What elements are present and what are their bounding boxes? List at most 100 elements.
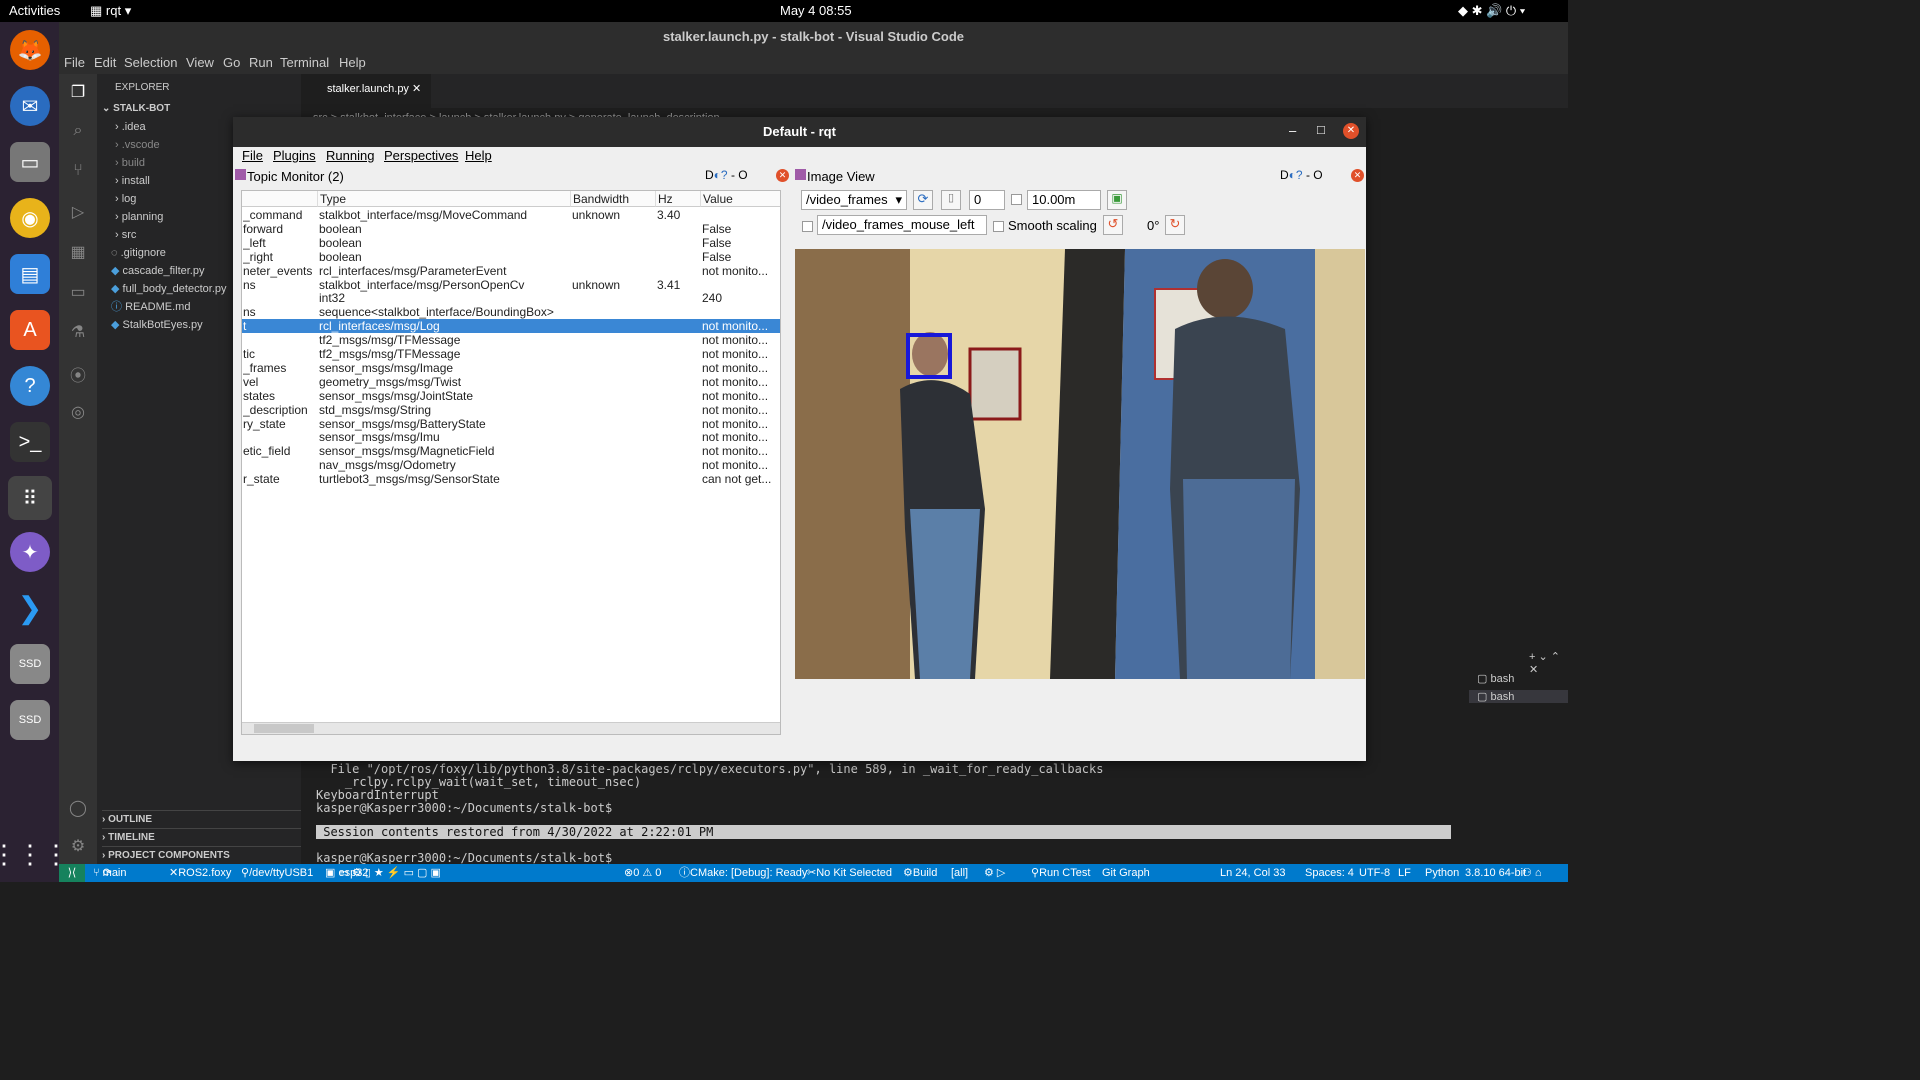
- menu-file[interactable]: File: [64, 55, 85, 70]
- project-components-section[interactable]: › PROJECT COMPONENTS: [102, 846, 302, 864]
- ros-icon[interactable]: ⦿: [67, 362, 89, 385]
- remote-indicator-icon[interactable]: ⟩⟨: [59, 864, 85, 882]
- max-checkbox[interactable]: [1011, 194, 1022, 205]
- column-header-topic[interactable]: [242, 191, 317, 207]
- project-root[interactable]: ⌄ STALK-BOT: [102, 100, 170, 118]
- table-row[interactable]: int32 240: [242, 291, 780, 305]
- table-row[interactable]: ns stalkbot_interface/msg/PersonOpenCv unk…: [242, 278, 780, 292]
- table-row[interactable]: _right boolean False: [242, 250, 780, 264]
- table-row[interactable]: etic_field sensor_msgs/msg/MagneticField n…: [242, 444, 780, 458]
- source-control-icon[interactable]: ⑂: [67, 162, 89, 184]
- settings-gear-icon[interactable]: ⚙: [67, 836, 89, 858]
- thunderbird-icon[interactable]: ✉: [10, 86, 50, 126]
- disk-icon[interactable]: SSD: [10, 644, 50, 684]
- tree-item[interactable]: ◆ cascade_filter.py: [111, 262, 204, 280]
- run-debug-icon[interactable]: ▷: [67, 202, 89, 224]
- build-button[interactable]: ⚙ Build: [903, 864, 937, 882]
- tree-item[interactable]: ◆ full_body_detector.py: [111, 280, 227, 298]
- close-icon[interactable]: ✕: [412, 83, 421, 95]
- mouse-publish-checkbox[interactable]: [802, 221, 813, 232]
- tree-item[interactable]: › .idea: [115, 118, 146, 136]
- activities-button[interactable]: Activities: [9, 3, 60, 18]
- rqt-icon[interactable]: ⠿: [8, 476, 52, 520]
- table-row[interactable]: _frames sensor_msgs/msg/Image not monito..…: [242, 361, 780, 375]
- table-row[interactable]: tic tf2_msgs/msg/TFMessage not monito...: [242, 347, 780, 361]
- account-icon[interactable]: ◯: [67, 798, 89, 820]
- video-frame-image[interactable]: [795, 249, 1365, 679]
- disk-icon-2[interactable]: SSD: [10, 700, 50, 740]
- table-row[interactable]: sensor_msgs/msg/Imu not monito...: [242, 430, 780, 444]
- python-interpreter[interactable]: 3.8.10 64-bit: [1465, 864, 1526, 882]
- indentation[interactable]: Spaces: 4: [1305, 864, 1354, 882]
- terminal-tab[interactable]: ▢ bash: [1469, 690, 1568, 703]
- testing-icon[interactable]: ⚗: [67, 322, 89, 344]
- firefox-icon[interactable]: 🦊: [10, 30, 50, 70]
- show-apps-icon[interactable]: ⋮⋮⋮: [0, 834, 69, 874]
- language-mode[interactable]: Python: [1425, 864, 1459, 882]
- app-icon[interactable]: ✦: [10, 532, 50, 572]
- tree-item[interactable]: › install: [115, 172, 150, 190]
- dock-controls[interactable]: D◐? - O: [705, 168, 748, 182]
- max-value-spinbox[interactable]: 10.00m: [1027, 190, 1101, 210]
- debug-icons[interactable]: ⚙ ▷: [984, 864, 1005, 882]
- column-header-hz[interactable]: Hz: [655, 191, 700, 207]
- rqt-menu-running[interactable]: Running: [326, 148, 374, 163]
- writer-icon[interactable]: ▤: [10, 254, 50, 294]
- timeline-section[interactable]: › TIMELINE: [102, 828, 302, 846]
- software-icon[interactable]: A: [10, 310, 50, 350]
- table-row[interactable]: _command stalkbot_interface/msg/MoveComma…: [242, 208, 780, 222]
- close-icon[interactable]: ✕: [1343, 123, 1359, 139]
- extensions-icon[interactable]: ▦: [67, 242, 89, 264]
- board-target[interactable]: ▣ esp32 ▭ ⚙ ▯ ★ ⚡ ▭ ▢ ▣: [325, 864, 441, 882]
- rqt-menu-plugins[interactable]: Plugins: [273, 148, 316, 163]
- rhythmbox-icon[interactable]: ◉: [10, 198, 50, 238]
- add-terminal-icon[interactable]: + ⌄ ⌃ ✕: [1529, 650, 1568, 676]
- table-row[interactable]: t rcl_interfaces/msg/Log not monito...: [242, 319, 780, 334]
- refresh-icon[interactable]: ⟳: [913, 190, 933, 210]
- tree-item[interactable]: › .vscode: [115, 136, 160, 154]
- search-icon[interactable]: ⌕: [67, 122, 89, 144]
- table-row[interactable]: tf2_msgs/msg/TFMessage not monito...: [242, 333, 780, 347]
- table-row[interactable]: _description std_msgs/msg/String not monit…: [242, 403, 780, 417]
- min-value-spinbox[interactable]: 0: [969, 190, 1005, 210]
- cursor-position[interactable]: Ln 24, Col 33: [1220, 864, 1285, 882]
- smooth-scaling-checkbox[interactable]: [993, 221, 1004, 232]
- table-row[interactable]: nav_msgs/msg/Odometry not monito...: [242, 458, 780, 472]
- rqt-menu-help[interactable]: Help: [465, 148, 492, 163]
- system-tray-icons[interactable]: ◆ ✱ 🔊 ⏻ ▾: [1458, 3, 1525, 19]
- remote-icon[interactable]: ▭: [67, 282, 89, 304]
- menu-run[interactable]: Run: [249, 55, 273, 70]
- column-header-type[interactable]: Type: [317, 191, 570, 207]
- menu-view[interactable]: View: [186, 55, 214, 70]
- minimize-icon[interactable]: –: [1289, 123, 1296, 138]
- clock[interactable]: May 4 08:55: [780, 3, 852, 18]
- table-row[interactable]: vel geometry_msgs/msg/Twist not monito...: [242, 375, 780, 389]
- tree-item[interactable]: ⓘ README.md: [111, 298, 190, 316]
- tree-item[interactable]: ◆ StalkBotEyes.py: [111, 316, 203, 334]
- tree-item[interactable]: › build: [115, 154, 145, 172]
- rotate-right-icon[interactable]: ↻: [1165, 215, 1185, 235]
- tree-item[interactable]: ◌ .gitignore: [111, 244, 166, 262]
- close-plugin-icon[interactable]: ✕: [776, 169, 789, 182]
- scrollbar-thumb[interactable]: [254, 724, 314, 733]
- save-image-icon[interactable]: ▣: [1107, 190, 1127, 210]
- run-ctest[interactable]: ⚲ Run CTest: [1031, 864, 1090, 882]
- files-icon[interactable]: ▭: [10, 142, 50, 182]
- feedback-icons[interactable]: ⚇ ⌂: [1522, 864, 1542, 882]
- line-ending[interactable]: LF: [1398, 864, 1411, 882]
- topic-select[interactable]: /video_frames ▾: [801, 190, 907, 210]
- close-plugin-icon[interactable]: ✕: [1351, 169, 1364, 182]
- outline-section[interactable]: › OUTLINE: [102, 810, 302, 828]
- horizontal-scrollbar[interactable]: [242, 722, 780, 734]
- column-header-value[interactable]: Value: [700, 191, 780, 207]
- table-row[interactable]: _left boolean False: [242, 236, 780, 250]
- terminal-tab[interactable]: ▢ bash: [1477, 672, 1514, 685]
- column-header-bandwidth[interactable]: Bandwidth: [570, 191, 655, 207]
- menu-go[interactable]: Go: [223, 55, 240, 70]
- table-row[interactable]: ry_state sensor_msgs/msg/BatteryState not …: [242, 417, 780, 431]
- menu-help[interactable]: Help: [339, 55, 366, 70]
- help-icon[interactable]: ?: [10, 366, 50, 406]
- tree-item[interactable]: › src: [115, 226, 136, 244]
- terminal-icon[interactable]: >_: [10, 422, 50, 462]
- table-row[interactable]: forward boolean False: [242, 222, 780, 236]
